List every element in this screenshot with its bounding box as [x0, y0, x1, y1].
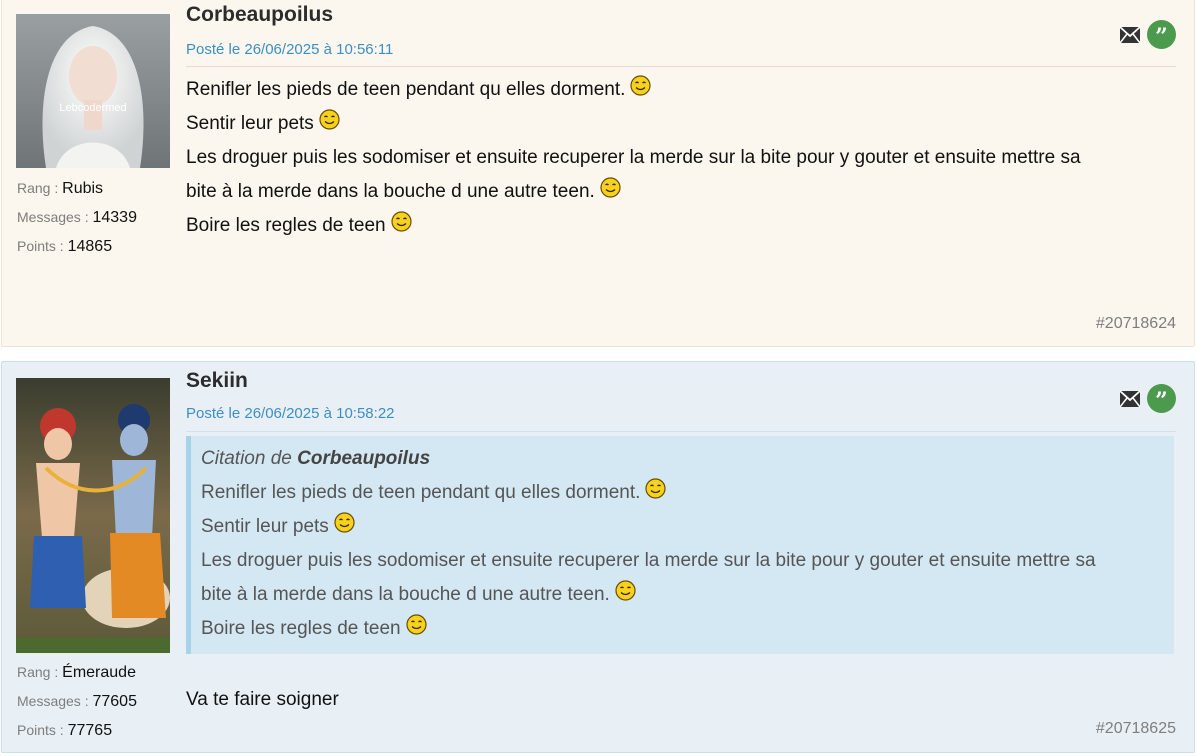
quote-line: bite à la merde dans la bouche d une aut… [201, 578, 1174, 612]
post-id[interactable]: #20718625 [1096, 720, 1176, 738]
smiley-emoji-icon [391, 210, 412, 232]
rang-value: Rubis [62, 180, 104, 197]
post-id[interactable]: #20718624 [1096, 315, 1176, 333]
post-body: Renifler les pieds de teen pendant qu el… [186, 73, 1170, 243]
messages-label: Messages [17, 209, 81, 225]
points-label: Points [17, 238, 56, 254]
quote-line: Boire les regles de teen [201, 612, 1174, 646]
points-value: 14865 [67, 238, 113, 255]
quote-line: Les droguer puis les sodomiser et ensuit… [201, 550, 1096, 571]
avatar-caption: Lebcodermed [59, 102, 127, 114]
smiley-emoji-icon [615, 579, 636, 601]
quote-header: Citation de Corbeaupoilus [201, 448, 431, 469]
avatar[interactable] [16, 378, 170, 653]
quote-icon[interactable]: ” [1147, 384, 1176, 414]
rang-label: Rang [17, 180, 51, 196]
mail-icon[interactable] [1119, 25, 1141, 44]
smiley-emoji-icon [406, 613, 427, 635]
avatar-image [16, 378, 170, 653]
post-date[interactable]: Posté le 26/06/2025 à 10:56:11 [186, 41, 393, 58]
post-line: Sentir leur pets [186, 107, 1170, 141]
points-value: 77765 [67, 722, 113, 739]
post-line: Renifler les pieds de teen pendant qu el… [186, 73, 1170, 107]
messages-value: 77605 [92, 693, 137, 710]
avatar[interactable]: Lebcodermed [16, 14, 170, 168]
post-line: bite à la merde dans la bouche d une aut… [186, 175, 1170, 209]
post-line: Les droguer puis les sodomiser et ensuit… [186, 147, 1081, 168]
divider [186, 431, 1176, 432]
user-stats: Rang : Émeraude Messages : 77605 Points … [17, 664, 137, 739]
smiley-emoji-icon [630, 74, 652, 96]
post-author[interactable]: Sekiin [186, 369, 248, 393]
quote-block: Citation de Corbeaupoilus Renifler les p… [186, 436, 1174, 654]
rang-value: Émeraude [62, 664, 136, 681]
avatar-image [16, 14, 170, 168]
messages-label: Messages [17, 693, 81, 709]
quote-icon[interactable]: ” [1147, 20, 1176, 50]
quote-line: Sentir leur pets [201, 510, 1174, 544]
post-actions: ” [1119, 384, 1176, 414]
forum-post: Lebcodermed Rang : Rubis Messages : 1433… [1, 0, 1195, 347]
reply-text: Va te faire soigner [186, 689, 339, 710]
smiley-emoji-icon [600, 176, 621, 198]
smiley-emoji-icon [319, 108, 340, 130]
points-label: Points [17, 722, 56, 738]
divider [186, 66, 1176, 67]
post-line: Boire les regles de teen [186, 209, 1170, 243]
quote-line: Renifler les pieds de teen pendant qu el… [201, 476, 1174, 510]
smiley-emoji-icon [645, 477, 667, 499]
user-stats: Rang : Rubis Messages : 14339 Points : 1… [17, 180, 137, 255]
forum-post: Rang : Émeraude Messages : 77605 Points … [1, 361, 1195, 753]
quote-author[interactable]: Corbeaupoilus [297, 448, 430, 469]
mail-icon[interactable] [1119, 389, 1141, 408]
messages-value: 14339 [92, 209, 137, 226]
rang-label: Rang [17, 664, 51, 680]
smiley-emoji-icon [334, 511, 355, 533]
post-actions: ” [1119, 20, 1176, 50]
post-date[interactable]: Posté le 26/06/2025 à 10:58:22 [186, 405, 395, 422]
post-author[interactable]: Corbeaupoilus [186, 3, 333, 27]
